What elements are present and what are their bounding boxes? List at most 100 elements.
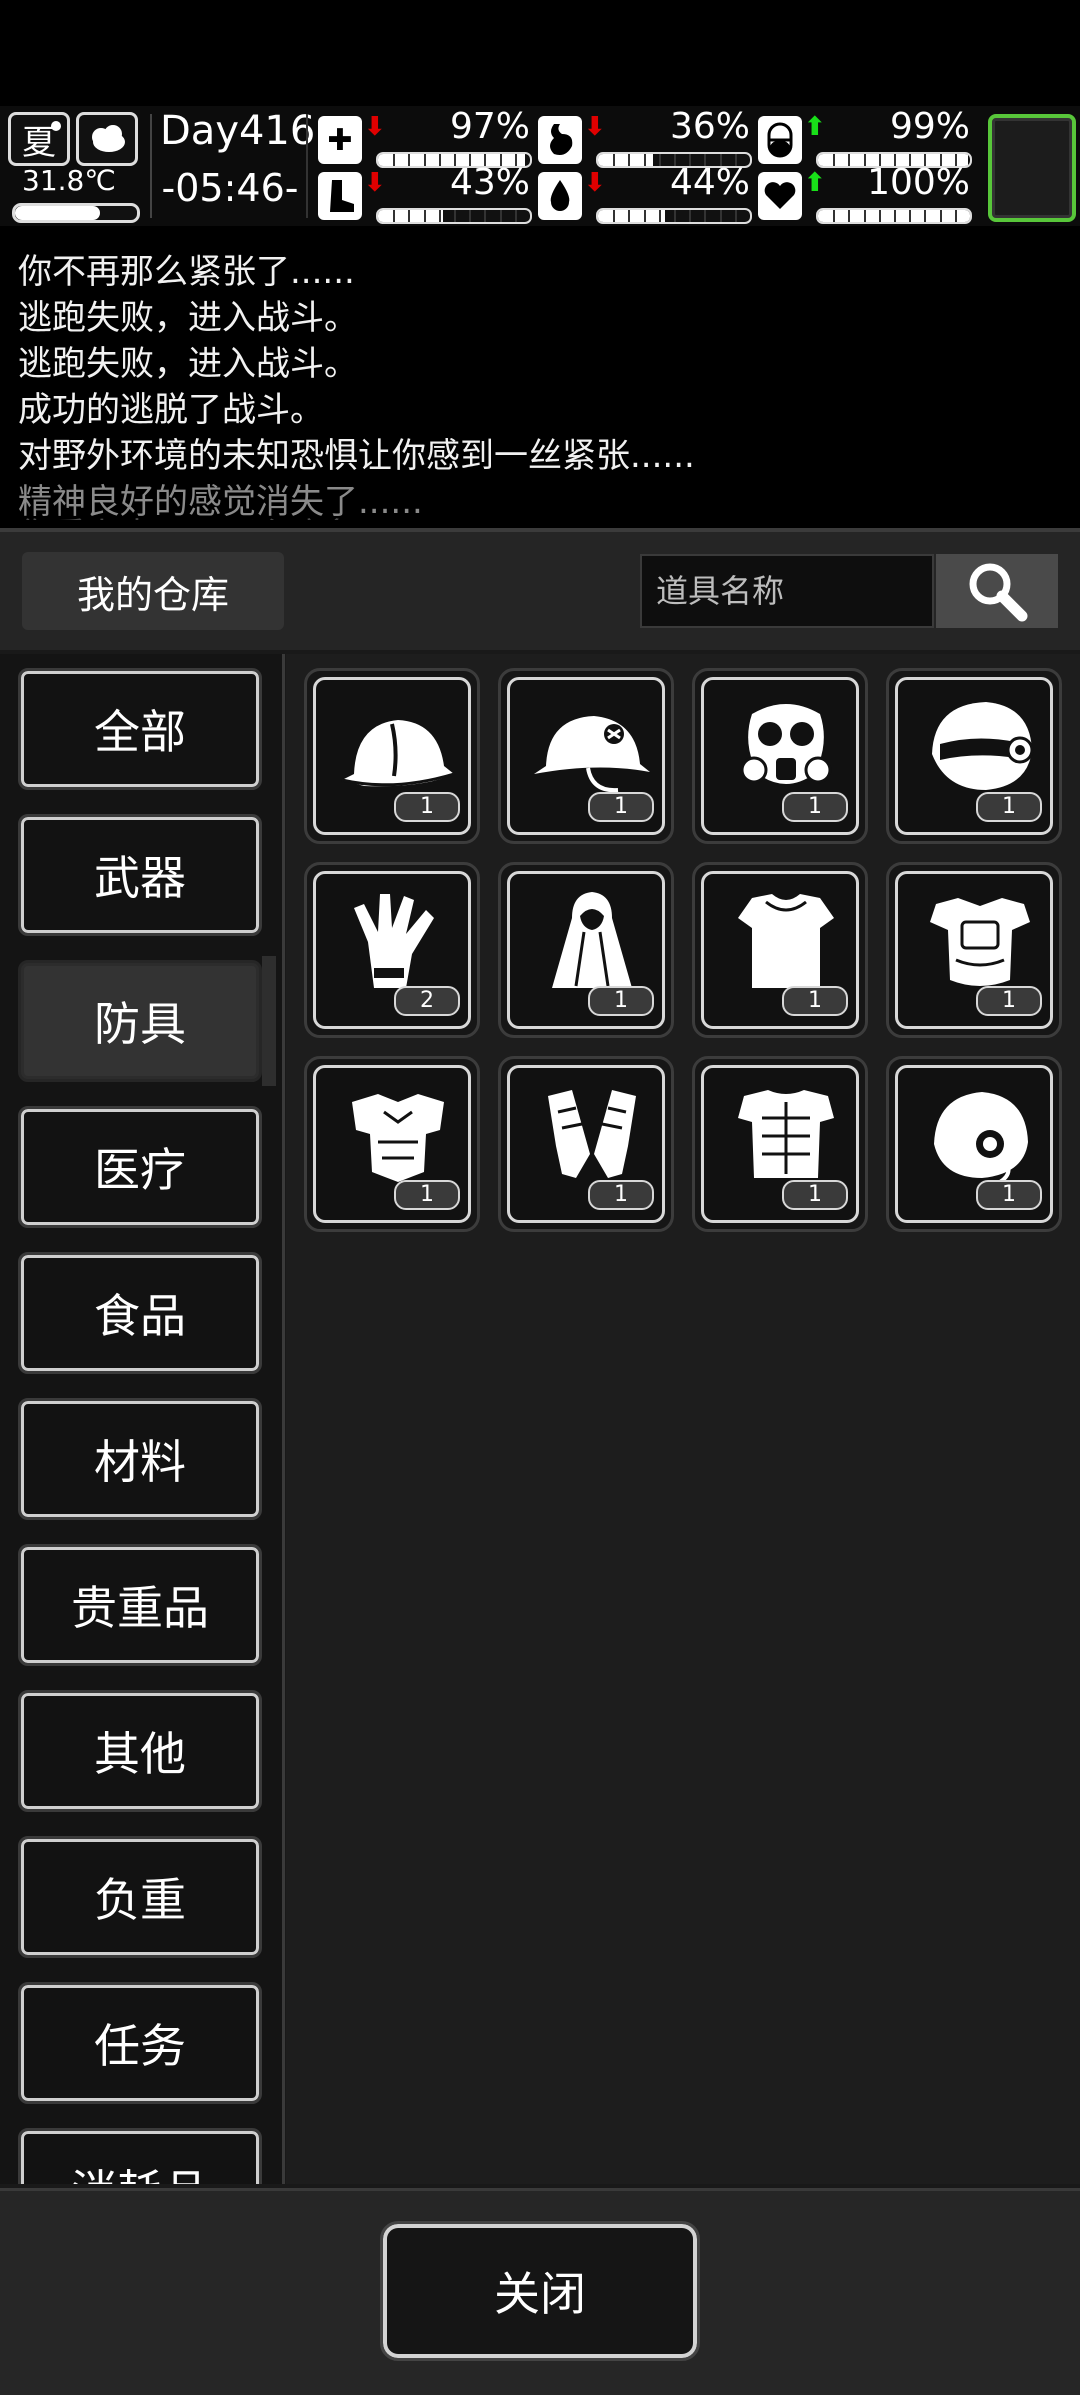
- search-input[interactable]: [640, 554, 934, 628]
- item-count-badge: 2: [394, 986, 460, 1016]
- temperature-readout: 31.8℃: [22, 164, 116, 197]
- stat-bar-segment: [833, 154, 836, 166]
- item-count-badge: 1: [394, 792, 460, 822]
- log-line: 逃跑失败，进入战斗。: [18, 298, 358, 338]
- stat-mood: ⬆ 100%: [758, 162, 972, 224]
- item-count-badge: 1: [588, 1180, 654, 1210]
- category-all[interactable]: 全部: [18, 668, 262, 790]
- category-consumables[interactable]: 消耗品: [18, 2128, 262, 2184]
- log-line: 对野外环境的未知恐惧让你感到一丝紧张......: [18, 436, 695, 476]
- panel-title: 我的仓库: [22, 552, 284, 630]
- item-slot[interactable]: 2: [304, 862, 480, 1038]
- pill-icon: [758, 116, 802, 164]
- stat-bar-segment: [924, 210, 927, 222]
- item-count-badge: 1: [782, 792, 848, 822]
- trend-arrow-icon: ⬇: [364, 112, 386, 142]
- item-slot[interactable]: 1: [886, 1056, 1062, 1232]
- stat-bar: [596, 208, 752, 224]
- category-valuables[interactable]: 贵重品: [18, 1544, 262, 1666]
- item-count-badge: 1: [782, 986, 848, 1016]
- stat-bar-segment: [628, 210, 631, 222]
- item-slot[interactable]: 1: [692, 1056, 868, 1232]
- item-slot[interactable]: 1: [304, 668, 480, 844]
- active-indicator: [262, 956, 276, 1086]
- temperature-bar-fill: [15, 206, 101, 220]
- search-icon: [969, 563, 1028, 622]
- stomach-icon: [538, 116, 582, 164]
- log-line: 你不再那么紧张了......: [18, 252, 355, 292]
- category-medical[interactable]: 医疗: [18, 1106, 262, 1228]
- item-count-badge: 1: [782, 1180, 848, 1210]
- item-slot[interactable]: 1: [498, 862, 674, 1038]
- stat-bar-segment: [719, 210, 722, 222]
- heavy-armor-icon: [352, 1094, 444, 1182]
- category-carry-weight[interactable]: 负重: [18, 1836, 262, 1958]
- category-quests[interactable]: 任务: [18, 1982, 262, 2104]
- inventory-panel: 我的仓库 全部 武器 防具 医疗 食品 材料 贵重品 其他 负重 任务 消耗品: [0, 528, 1080, 2395]
- category-sidebar[interactable]: 全部 武器 防具 医疗 食品 材料 贵重品 其他 负重 任务 消耗品: [0, 654, 285, 2184]
- stat-bar-segment: [423, 210, 426, 222]
- category-weapons[interactable]: 武器: [18, 814, 262, 936]
- log-line: 你看上去不再那么疲惫了。: [18, 508, 426, 520]
- stat-bar-segment: [863, 154, 866, 166]
- item-slot[interactable]: 1: [304, 1056, 480, 1232]
- search-button[interactable]: [936, 554, 1058, 628]
- sun-icon: [51, 121, 61, 131]
- stat-value: 43%: [449, 162, 530, 203]
- trend-arrow-icon: ⬇: [364, 168, 386, 198]
- trend-arrow-icon: ⬇: [584, 112, 606, 142]
- stat-bar-segment: [848, 154, 851, 166]
- item-slot[interactable]: 1: [692, 862, 868, 1038]
- close-button[interactable]: 关闭: [380, 2221, 700, 2361]
- stat-thirst: ⬇ 44%: [538, 162, 752, 224]
- army-helmet-icon: [534, 716, 650, 793]
- stat-bar-segment: [613, 154, 616, 166]
- stat-bar-segment: [643, 154, 646, 166]
- item-count-badge: 1: [976, 1180, 1042, 1210]
- stat-bar-segment: [954, 210, 957, 222]
- stat-bar-segment: [469, 210, 472, 222]
- stat-bar-segment: [408, 210, 411, 222]
- stat-stamina: ⬇ 43%: [318, 162, 532, 224]
- item-slot[interactable]: 1: [498, 1056, 674, 1232]
- stat-bar-fill: [598, 210, 665, 222]
- stat-value: 36%: [669, 106, 750, 147]
- stat-bar-segment: [939, 210, 942, 222]
- stat-bar-segment: [909, 210, 912, 222]
- stat-bar-segment: [499, 210, 502, 222]
- glove-icon: [354, 894, 434, 988]
- temperature-bar: [12, 203, 140, 223]
- item-slot[interactable]: 1: [498, 668, 674, 844]
- cloak-icon: [552, 892, 632, 988]
- item-count-badge: 1: [588, 986, 654, 1016]
- gas-mask-icon: [740, 704, 832, 784]
- hard-hat-icon: [341, 720, 455, 787]
- stat-bar-segment: [393, 210, 396, 222]
- season-badge: 夏: [8, 112, 70, 166]
- category-materials[interactable]: 材料: [18, 1398, 262, 1520]
- stat-bar-fill: [378, 210, 444, 222]
- stat-bar-segment: [613, 210, 616, 222]
- stat-bar-segment: [438, 210, 441, 222]
- item-slot[interactable]: 1: [886, 862, 1062, 1038]
- category-food[interactable]: 食品: [18, 1252, 262, 1374]
- item-slot[interactable]: 1: [692, 668, 868, 844]
- vest-icon: [738, 894, 834, 988]
- game-clock: -05:46-: [161, 166, 299, 210]
- category-armor[interactable]: 防具: [18, 960, 262, 1082]
- stat-bar-segment: [514, 210, 517, 222]
- item-slot[interactable]: 1: [886, 668, 1062, 844]
- category-other[interactable]: 其他: [18, 1690, 262, 1812]
- item-grid: 1 1 1 1 2 1 1 1 1 1 1 1: [286, 654, 1080, 2184]
- hud-divider: [150, 114, 152, 218]
- stat-value: 100%: [867, 162, 970, 203]
- panel-footer: 关闭: [0, 2188, 1080, 2395]
- stat-bar-segment: [658, 210, 661, 222]
- quick-slot-button[interactable]: [988, 114, 1076, 222]
- boot-icon: [318, 172, 362, 220]
- stat-bar-segment: [408, 154, 411, 166]
- message-log[interactable]: 你不再那么紧张了...... 逃跑失败，进入战斗。 逃跑失败，进入战斗。 成功的…: [0, 236, 1080, 520]
- item-count-badge: 1: [588, 792, 654, 822]
- status-hud: 夏 31.8℃ Day416 -05:46- ✚ ⬇ 97% ⬇ 36% ⬆ 9…: [0, 106, 1080, 226]
- armor-vest-icon: [930, 898, 1030, 986]
